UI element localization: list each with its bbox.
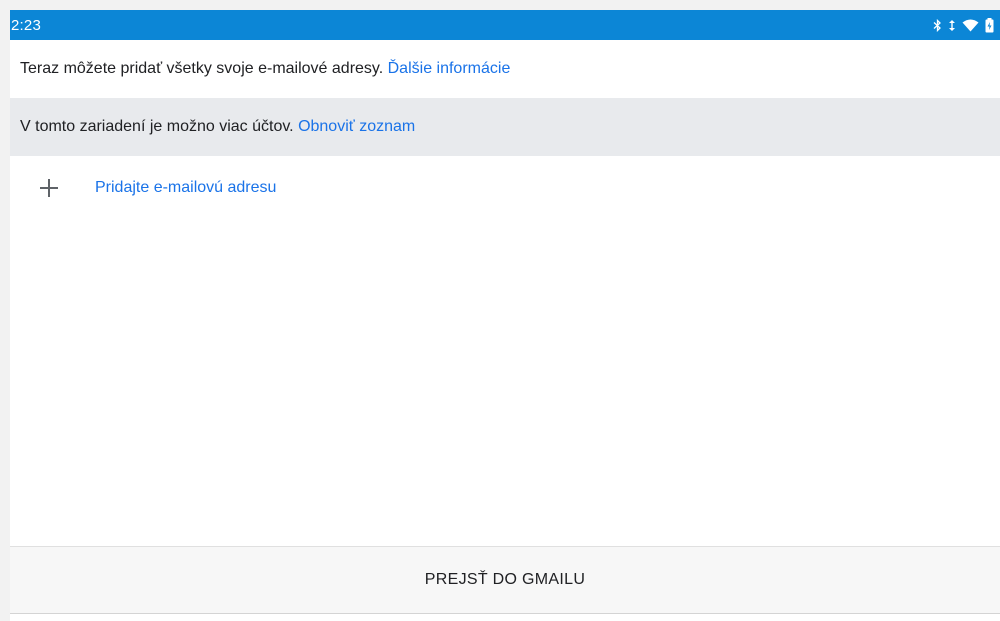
plus-icon bbox=[38, 177, 60, 199]
battery-charging-icon bbox=[985, 17, 994, 33]
accounts-notice-text: V tomto zariadení je možno viac účtov. bbox=[20, 118, 299, 135]
status-time: 2:23 bbox=[11, 16, 41, 34]
add-email-button[interactable]: Pridajte e-mailovú adresu bbox=[10, 160, 610, 218]
refresh-list-link[interactable]: Obnoviť zoznam bbox=[298, 118, 415, 136]
accounts-notice: V tomto zariadení je možno viac účtov. O… bbox=[10, 98, 1000, 156]
status-icons bbox=[933, 17, 994, 33]
app-screen: 2:23 Teraz môžete pridať všetky svoje e-… bbox=[10, 10, 1000, 621]
info-text: Teraz môžete pridať všetky svoje e-mailo… bbox=[20, 60, 388, 77]
wifi-icon bbox=[962, 19, 979, 32]
add-email-label: Pridajte e-mailovú adresu bbox=[95, 179, 277, 196]
more-info-link[interactable]: Ďalšie informácie bbox=[388, 60, 511, 78]
data-arrows-icon bbox=[948, 19, 956, 32]
info-message: Teraz môžete pridať všetky svoje e-mailo… bbox=[10, 40, 1000, 98]
go-to-gmail-label: PREJSŤ DO GMAILU bbox=[424, 571, 586, 588]
bluetooth-icon bbox=[933, 18, 942, 32]
go-to-gmail-button[interactable]: PREJSŤ DO GMAILU bbox=[10, 546, 1000, 614]
status-bar: 2:23 bbox=[10, 10, 1000, 40]
